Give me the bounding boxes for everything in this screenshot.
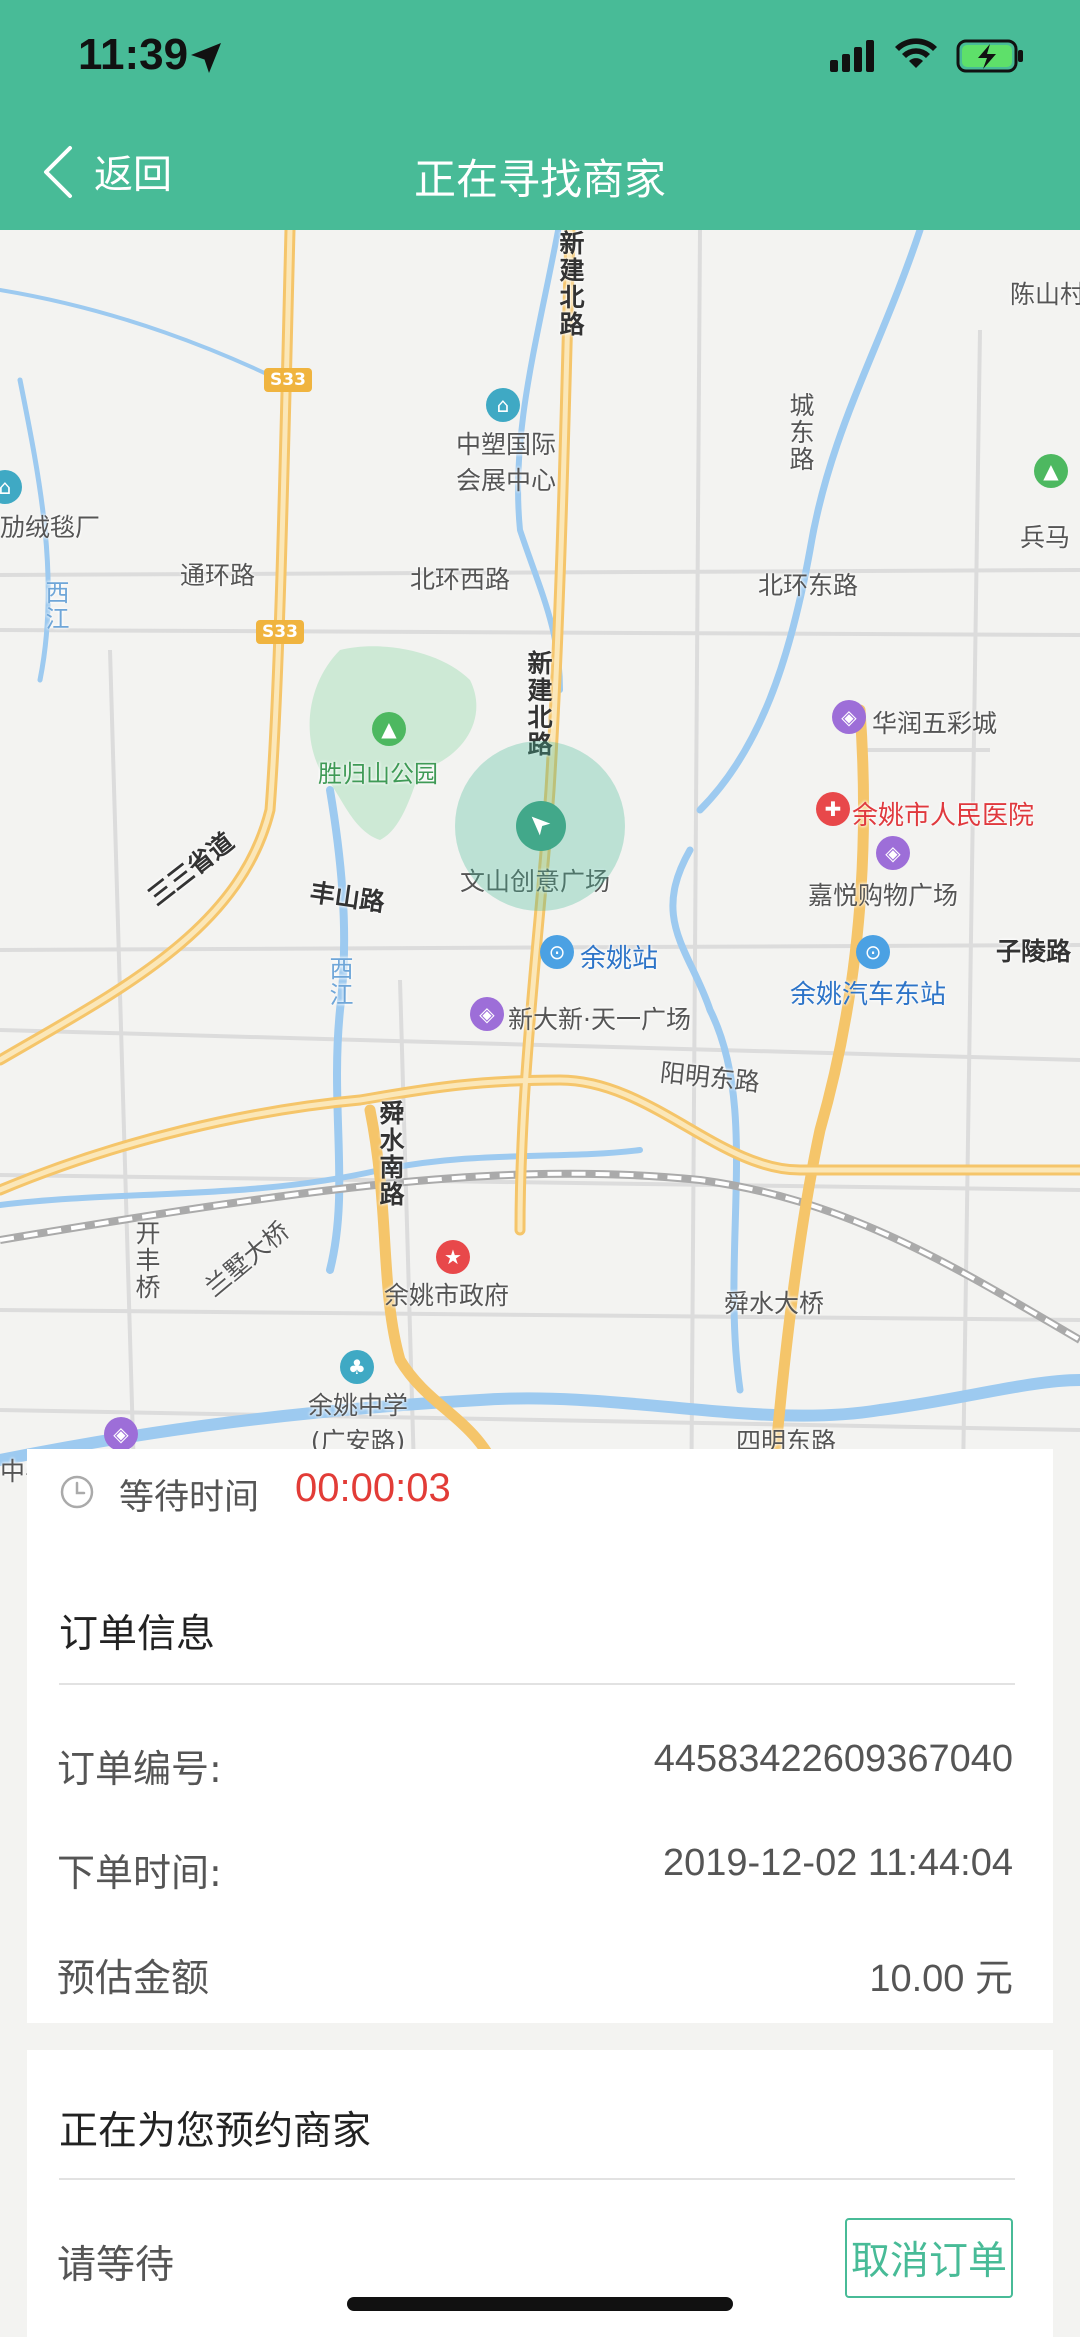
map-label-station: 余姚站 <box>580 944 659 974</box>
road-badge-s33: S33 <box>264 368 312 392</box>
app-header: 11:39 返回 正在寻找商家 <box>0 0 1080 230</box>
map-label-road: 新建北路 <box>556 230 585 338</box>
divider <box>59 1683 1015 1685</box>
booking-status-title: 正在为您预约商家 <box>59 2109 372 2154</box>
tree-icon: ▲ <box>1034 454 1068 488</box>
map-label-poi: 嘉悦购物广场 <box>808 881 959 910</box>
map-label-poi: 余姚市政府 <box>384 1281 510 1310</box>
please-wait-text: 请等待 <box>57 2243 175 2288</box>
navigation-arrow-icon <box>531 816 551 836</box>
map-label-river: 西江 <box>41 580 69 632</box>
shopping-bag-icon: ◈ <box>876 836 910 870</box>
map-label-place: 陈山村 <box>1010 280 1080 309</box>
order-info-card: 订单信息 订单编号: 44583422609367040 下单时间: 2019-… <box>27 1535 1053 2023</box>
map-label-road: 通环路 <box>180 561 256 590</box>
wait-time-value: 00:00:03 <box>295 1466 451 1510</box>
current-location-marker[interactable] <box>516 801 566 851</box>
map-label-poi: 劢绒毯厂 <box>0 513 101 542</box>
battery-charging-icon <box>956 39 1023 73</box>
map-label-poi: 余姚中学(广安路) <box>307 1391 408 1456</box>
order-number-row: 订单编号: 44583422609367040 <box>27 1738 1053 1798</box>
status-time: 11:39 <box>78 30 189 79</box>
booking-status-card: 正在为您预约商家 请等待 取消订单 <box>27 2050 1053 2337</box>
exhibition-hall-icon: ⌂ <box>486 388 520 422</box>
map-label-hospital: 余姚市人民医院 <box>852 801 1035 831</box>
order-number-value: 44583422609367040 <box>653 1738 1013 1780</box>
wifi-icon <box>895 38 937 68</box>
divider <box>59 2178 1015 2180</box>
wait-time-label: 等待时间 <box>119 1478 260 1518</box>
map-label-poi: 中塑国际会展中心 <box>455 430 556 495</box>
map-label-bridge: 开丰桥 <box>132 1220 161 1301</box>
school-icon: ♣ <box>340 1350 374 1384</box>
map-label-park: 胜归山公园 <box>318 760 438 788</box>
order-info-title: 订单信息 <box>59 1612 216 1657</box>
order-time-label: 下单时间: <box>57 1851 222 1895</box>
estimated-amount-label: 预估金额 <box>57 1956 210 2000</box>
map-label-poi: 新大新·天一广场 <box>508 1005 691 1034</box>
cancel-order-button[interactable]: 取消订单 <box>845 2218 1013 2298</box>
train-station-icon: ⊙ <box>540 935 574 969</box>
page-title: 正在寻找商家 <box>413 155 666 204</box>
bus-station-icon: ⊙ <box>856 935 890 969</box>
road-badge-s33: S33 <box>256 620 304 644</box>
map-label-station: 余姚汽车东站 <box>790 980 947 1010</box>
map-label-road: 城东路 <box>786 392 815 473</box>
clock-icon <box>60 1475 94 1509</box>
map-label-road: 北环西路 <box>410 565 511 594</box>
map-label-poi: 华润五彩城 <box>872 709 998 738</box>
park-tree-icon: ▲ <box>372 712 406 746</box>
shopping-bag-icon: ◈ <box>832 700 866 734</box>
estimated-amount-row: 预估金额 10.00 元 <box>27 1947 1053 2007</box>
status-bar: 11:39 <box>0 0 1080 118</box>
hospital-cross-icon: ✚ <box>816 792 850 826</box>
map-label-place: 兵马 <box>1020 523 1071 552</box>
home-indicator[interactable] <box>347 2297 733 2311</box>
government-star-icon: ★ <box>436 1240 470 1274</box>
map-label-road: 北环东路 <box>758 571 859 600</box>
location-arrow-icon <box>191 43 221 73</box>
order-time-row: 下单时间: 2019-12-02 11:44:04 <box>27 1842 1053 1902</box>
wait-time-card: 等待时间 00:00:03 <box>27 1449 1053 1535</box>
shopping-bag-icon: ◈ <box>470 997 504 1031</box>
map-label-bridge: 舜水大桥 <box>724 1289 825 1318</box>
shopping-bag-icon: ◈ <box>104 1417 138 1451</box>
map-label-road: 子陵路 <box>996 937 1072 966</box>
map-label-road: 舜水南路 <box>376 1100 405 1208</box>
order-number-label: 订单编号: <box>57 1747 222 1791</box>
map-label-river: 西江 <box>325 956 353 1008</box>
estimated-amount-value: 10.00 元 <box>869 1958 1013 2000</box>
cellular-signal-icon <box>830 40 874 72</box>
order-time-value: 2019-12-02 11:44:04 <box>662 1842 1013 1884</box>
